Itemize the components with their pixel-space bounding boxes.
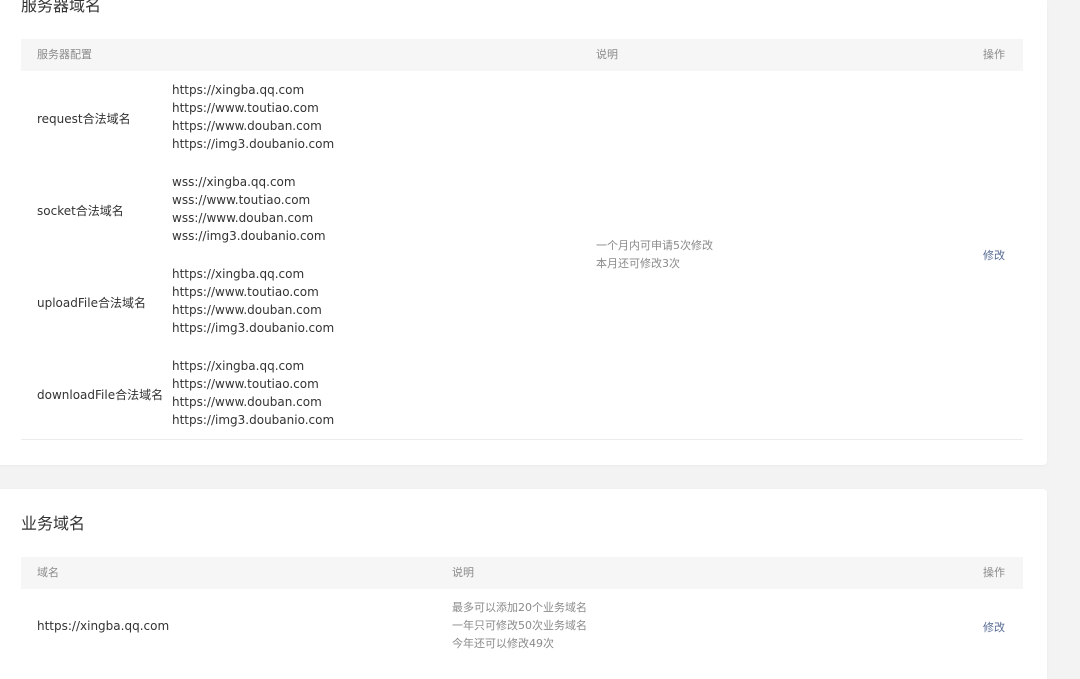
table-divider [21, 439, 1023, 440]
server-domain-note: 一个月内可申请5次修改 本月还可修改3次 [596, 237, 713, 273]
domain-url: https://www.douban.com [172, 119, 322, 133]
domain-url: wss://xingba.qq.com [172, 175, 296, 189]
domain-url: https://xingba.qq.com [172, 267, 305, 281]
request-domain-list: https://xingba.qq.com https://www.toutia… [172, 81, 334, 153]
column-header-domain: 域名 [37, 566, 59, 579]
uploadfile-domain-list: https://xingba.qq.com https://www.toutia… [172, 265, 334, 337]
domain-url: https://xingba.qq.com [172, 359, 305, 373]
domain-url: https://www.toutiao.com [172, 377, 319, 391]
column-header-description: 说明 [596, 48, 618, 61]
uploadfile-domain-label: uploadFile合法域名 [37, 296, 146, 310]
downloadfile-domain-list: https://xingba.qq.com https://www.toutia… [172, 357, 334, 429]
server-domain-edit-button[interactable]: 修改 [983, 247, 1005, 263]
domain-url: https://img3.doubanio.com [172, 137, 335, 151]
request-domain-label: request合法域名 [37, 112, 131, 126]
domain-url: https://www.toutiao.com [172, 285, 319, 299]
column-header-config: 服务器配置 [37, 48, 92, 61]
server-domain-title: 服务器域名 [21, 0, 102, 15]
note-line: 今年还可以修改49次 [452, 637, 554, 650]
domain-url: https://xingba.qq.com [172, 83, 305, 97]
socket-domain-label: socket合法域名 [37, 204, 124, 218]
domain-url: https://www.toutiao.com [172, 101, 319, 115]
domain-url: wss://www.toutiao.com [172, 193, 311, 207]
server-table-header: 服务器配置 说明 操作 [21, 39, 1023, 71]
business-domain-edit-button[interactable]: 修改 [983, 619, 1005, 635]
column-header-action: 操作 [983, 48, 1005, 61]
note-line: 最多可以添加20个业务域名 [452, 601, 587, 614]
column-header-description: 说明 [452, 566, 474, 579]
business-table-header: 域名 说明 操作 [21, 557, 1023, 589]
business-domain-note: 最多可以添加20个业务域名 一年只可修改50次业务域名 今年还可以修改49次 [452, 599, 587, 653]
domain-url: https://img3.doubanio.com [172, 413, 335, 427]
business-domain-card: 业务域名 域名 说明 操作 https://xingba.qq.com 最多可以… [0, 489, 1047, 679]
socket-domain-list: wss://xingba.qq.com wss://www.toutiao.co… [172, 173, 326, 245]
note-line: 一个月内可申请5次修改 [596, 239, 713, 252]
downloadfile-domain-label: downloadFile合法域名 [37, 388, 164, 402]
business-domain-title: 业务域名 [21, 514, 86, 533]
domain-url: wss://img3.doubanio.com [172, 229, 326, 243]
column-header-action: 操作 [983, 566, 1005, 579]
domain-url: https://www.douban.com [172, 303, 322, 317]
server-domain-card: 服务器域名 服务器配置 说明 操作 request合法域名 https://xi… [0, 0, 1047, 465]
domain-url: https://img3.doubanio.com [172, 321, 335, 335]
note-line: 一年只可修改50次业务域名 [452, 619, 587, 632]
domain-url: wss://www.douban.com [172, 211, 314, 225]
business-domain-url: https://xingba.qq.com [37, 619, 170, 633]
domain-url: https://www.douban.com [172, 395, 322, 409]
note-line: 本月还可修改3次 [596, 257, 680, 270]
